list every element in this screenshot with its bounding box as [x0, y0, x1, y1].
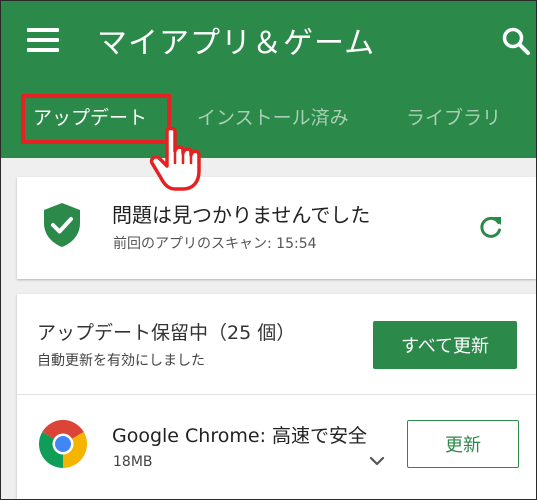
pending-updates-card: アップデート保留中（25 個） 自動更新を有効にしました すべて更新 Googl… — [17, 294, 536, 499]
app-size: 18MB — [113, 454, 153, 470]
screenshot-frame: マイアプリ＆ゲーム アップデート インストール済み ライブラリ 問題は見つかりま… — [0, 0, 537, 500]
chevron-down-icon[interactable] — [369, 456, 385, 466]
pending-updates-title: アップデート保留中（25 個） — [37, 322, 296, 344]
hand-pointer-icon — [149, 127, 201, 191]
update-all-button[interactable]: すべて更新 — [373, 321, 517, 369]
hamburger-menu-icon[interactable] — [27, 27, 59, 53]
auto-update-status: 自動更新を有効にしました — [37, 353, 205, 369]
security-status-card: 問題は見つかりませんでした 前回のアプリのスキャン: 15:54 — [17, 177, 536, 279]
tab-installed[interactable]: インストール済み — [197, 103, 349, 130]
app-name: Google Chrome: 高速で安全 — [112, 425, 368, 447]
divider — [17, 394, 536, 395]
tab-library[interactable]: ライブラリ — [406, 103, 501, 130]
shield-check-icon — [44, 203, 80, 247]
chrome-icon — [39, 420, 87, 468]
last-scan-text: 前回のアプリのスキャン: 15:54 — [113, 236, 317, 252]
refresh-icon[interactable] — [477, 213, 505, 241]
app-title: マイアプリ＆ゲーム — [97, 26, 376, 61]
search-icon[interactable] — [501, 26, 531, 56]
status-title: 問題は見つかりませんでした — [112, 203, 371, 227]
app-update-button[interactable]: 更新 — [407, 420, 519, 468]
